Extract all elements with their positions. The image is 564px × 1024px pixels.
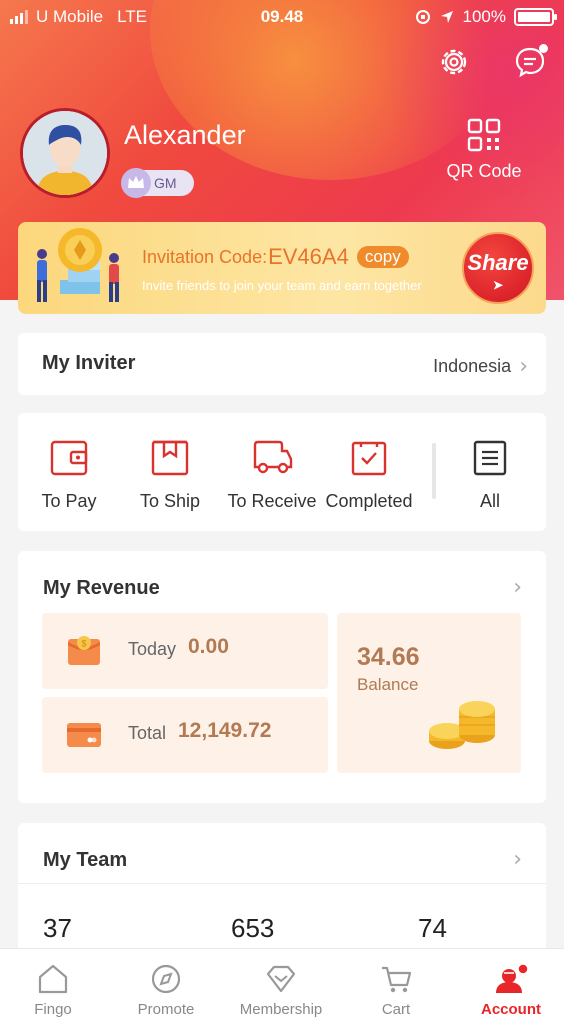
revenue-card: My Revenue › $ Today 0.00 Total 12,149.7… [18,551,546,803]
chevron-right-icon[interactable]: › [513,575,522,600]
compass-icon [151,964,181,994]
my-inviter-label: My Inviter [42,352,136,374]
qr-code-button[interactable]: QR Code [439,118,529,182]
team-title: My Team [43,849,128,871]
tab-label: Promote [137,1001,195,1018]
inviter-value: Indonesia [433,356,512,376]
team-card: My Team › 37 653 74 [18,823,546,963]
bottom-tab-bar: Fingo Promote Membership Cart Account [0,948,564,1024]
chevron-right-icon[interactable]: › [513,847,522,872]
order-to-receive[interactable]: To Receive [222,439,322,512]
diamond-icon [266,965,296,993]
card-icon [67,723,101,747]
list-icon [473,440,507,476]
home-icon [38,964,68,994]
messages-button[interactable] [514,44,548,78]
svg-text:$: $ [81,639,86,649]
order-to-ship[interactable]: To Ship [130,439,210,512]
chevron-right-icon: › [519,354,528,379]
order-to-pay[interactable]: To Pay [36,439,102,512]
order-label: To Ship [139,491,201,511]
person-icon [496,963,529,993]
package-icon [151,440,189,476]
check-box-icon [351,441,387,476]
today-label: Today [128,639,177,659]
balance-label: Balance [357,675,419,694]
level-badge-label: GM [154,175,177,191]
level-badge[interactable]: GM [121,168,194,198]
tab-membership[interactable]: Membership [226,963,336,1018]
notification-dot [539,44,548,53]
tab-label: Membership [239,1001,323,1018]
share-label: Share [467,250,529,275]
invite-illustration [37,228,119,302]
divider [432,443,436,499]
red-envelope-icon: $ [68,636,100,665]
order-label: Completed [325,491,413,511]
truck-icon [253,440,293,474]
qr-code-icon [467,118,501,152]
arrow-right-icon: ➤ [492,278,504,292]
total-revenue[interactable]: Total 12,149.72 [42,697,328,773]
coins-icon [429,701,495,749]
username: Alexander [124,120,246,150]
copy-code-button[interactable]: copy [356,246,409,268]
today-value: 0.00 [188,635,229,658]
order-all[interactable]: All [462,439,518,512]
order-completed[interactable]: Completed [324,439,414,512]
invite-subtitle: Invite friends to join your team and ear… [142,278,422,293]
balance-value: 34.66 [357,643,420,671]
status-bar: U Mobile LTE 09.48 100% [0,0,564,34]
orders-card: To Pay To Ship To Receive Completed All [18,413,546,531]
invitation-banner[interactable]: Invitation Code: EV46A4 copy Invite frie… [18,222,546,314]
rotation-lock-icon [415,10,430,24]
order-label: All [479,491,500,511]
team-stat[interactable]: 653 [231,913,274,944]
invitation-code-label: Invitation Code: [142,246,268,267]
order-label: To Pay [41,491,97,511]
tab-label: Cart [381,1001,411,1018]
battery-percent: 100% [462,7,506,26]
tab-label: Account [481,1001,541,1018]
user-avatar-icon [23,111,107,195]
order-label: To Receive [227,491,317,511]
crown-icon [121,168,151,198]
tab-fingo[interactable]: Fingo [0,963,108,1018]
tab-promote[interactable]: Promote [111,963,221,1018]
tab-cart[interactable]: Cart [341,963,451,1018]
battery-icon [514,8,557,26]
total-label: Total [128,723,167,743]
cart-icon [382,966,412,993]
divider [18,883,546,884]
tab-account[interactable]: Account [456,963,564,1018]
my-inviter-row[interactable]: My Inviter Indonesia › [18,333,546,395]
team-stat[interactable]: 37 [43,913,72,944]
qr-code-label: QR Code [446,161,522,181]
settings-button[interactable] [438,46,470,78]
total-value: 12,149.72 [178,719,272,742]
tab-label: Fingo [34,1001,72,1018]
avatar[interactable] [20,108,110,198]
wallet-icon [50,440,88,476]
revenue-title: My Revenue [43,577,160,599]
today-revenue[interactable]: $ Today 0.00 [42,613,328,689]
gear-icon [441,49,467,75]
balance-box[interactable]: 34.66 Balance [337,613,521,773]
invitation-code: EV46A4 [268,244,349,269]
team-stat[interactable]: 74 [418,913,447,944]
location-icon [440,11,453,23]
share-button[interactable]: Share ➤ [462,232,534,304]
